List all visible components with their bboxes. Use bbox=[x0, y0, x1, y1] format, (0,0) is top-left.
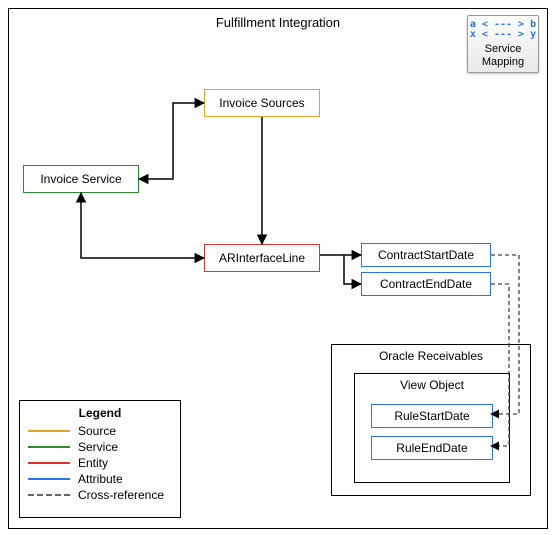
service-mapping-icon: a < --- > b x < --- > y bbox=[470, 20, 536, 41]
legend: Legend Source Service Entity Attribute C… bbox=[19, 400, 181, 518]
legend-title: Legend bbox=[28, 406, 172, 420]
node-invoice-sources: Invoice Sources bbox=[204, 89, 320, 117]
legend-label-entity: Entity bbox=[78, 456, 108, 470]
legend-row-source: Source bbox=[28, 424, 172, 438]
node-ar-interface-line: ARInterfaceLine bbox=[204, 244, 320, 272]
legend-label-cross-reference: Cross-reference bbox=[78, 488, 164, 502]
legend-row-cross-reference: Cross-reference bbox=[28, 488, 172, 502]
legend-swatch-cross-reference bbox=[28, 494, 70, 496]
container-oracle-receivables: Oracle Receivables View Object RuleStart… bbox=[331, 344, 531, 496]
legend-label-attribute: Attribute bbox=[78, 472, 123, 486]
diagram-frame: Fulfillment Integration a < --- > b x < … bbox=[8, 8, 548, 529]
legend-row-attribute: Attribute bbox=[28, 472, 172, 486]
service-mapping-label-2: Mapping bbox=[482, 56, 524, 69]
node-rule-end-date: RuleEndDate bbox=[371, 436, 493, 460]
service-mapping-button[interactable]: a < --- > b x < --- > y Service Mapping bbox=[467, 15, 539, 73]
legend-label-source: Source bbox=[78, 424, 116, 438]
legend-swatch-entity bbox=[28, 462, 70, 464]
container-view-object: View Object RuleStartDate RuleEndDate bbox=[354, 373, 510, 483]
service-mapping-label-1: Service bbox=[485, 43, 522, 56]
node-invoice-service: Invoice Service bbox=[23, 165, 139, 193]
legend-row-service: Service bbox=[28, 440, 172, 454]
legend-label-service: Service bbox=[78, 440, 118, 454]
node-contract-start-date: ContractStartDate bbox=[361, 243, 491, 267]
node-contract-end-date: ContractEndDate bbox=[361, 272, 491, 296]
oracle-receivables-title: Oracle Receivables bbox=[332, 349, 530, 363]
legend-swatch-attribute bbox=[28, 478, 70, 480]
legend-swatch-service bbox=[28, 446, 70, 448]
view-object-title: View Object bbox=[355, 378, 509, 392]
legend-row-entity: Entity bbox=[28, 456, 172, 470]
node-rule-start-date: RuleStartDate bbox=[371, 404, 493, 428]
legend-swatch-source bbox=[28, 430, 70, 432]
